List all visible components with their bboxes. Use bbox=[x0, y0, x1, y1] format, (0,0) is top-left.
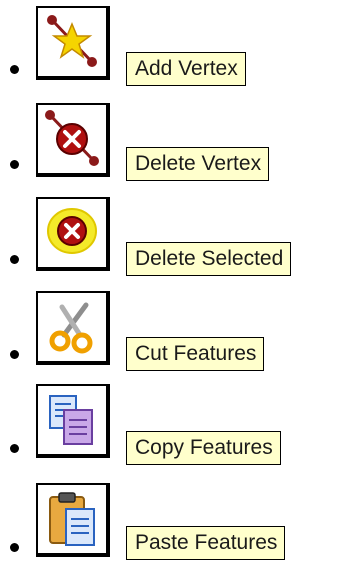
cut-features-label: Cut Features bbox=[126, 337, 265, 371]
add-vertex-label: Add Vertex bbox=[126, 52, 246, 86]
list-item-cut-features: Cut Features bbox=[0, 291, 343, 381]
add-vertex-icon bbox=[47, 15, 97, 67]
bullet bbox=[10, 255, 19, 264]
copy-features-label: Copy Features bbox=[126, 431, 281, 465]
list-item-delete-vertex: Delete Vertex bbox=[0, 103, 343, 193]
scissors-icon bbox=[49, 302, 93, 354]
add-vertex-button[interactable] bbox=[36, 6, 110, 80]
list-item-paste-features: Paste Features bbox=[0, 483, 343, 573]
delete-selected-label: Delete Selected bbox=[126, 242, 292, 276]
delete-selected-button[interactable] bbox=[36, 197, 110, 271]
bullet bbox=[10, 543, 19, 552]
delete-vertex-label: Delete Vertex bbox=[126, 147, 270, 181]
copy-features-button[interactable] bbox=[36, 384, 110, 458]
delete-vertex-icon bbox=[45, 110, 99, 166]
bullet bbox=[10, 160, 19, 169]
list-item-add-vertex: Add Vertex bbox=[0, 6, 343, 96]
paste-features-label: Paste Features bbox=[126, 526, 286, 560]
bullet bbox=[10, 350, 19, 359]
delete-vertex-button[interactable] bbox=[36, 103, 110, 177]
clipboard-icon bbox=[49, 492, 95, 546]
bullet bbox=[10, 65, 19, 74]
copy-icon bbox=[49, 395, 93, 445]
delete-selected-icon bbox=[47, 208, 97, 254]
cut-features-button[interactable] bbox=[36, 291, 110, 365]
bullet bbox=[10, 444, 19, 453]
list-item-copy-features: Copy Features bbox=[0, 384, 343, 474]
list-item-delete-selected: Delete Selected bbox=[0, 197, 343, 287]
paste-features-button[interactable] bbox=[36, 483, 110, 557]
